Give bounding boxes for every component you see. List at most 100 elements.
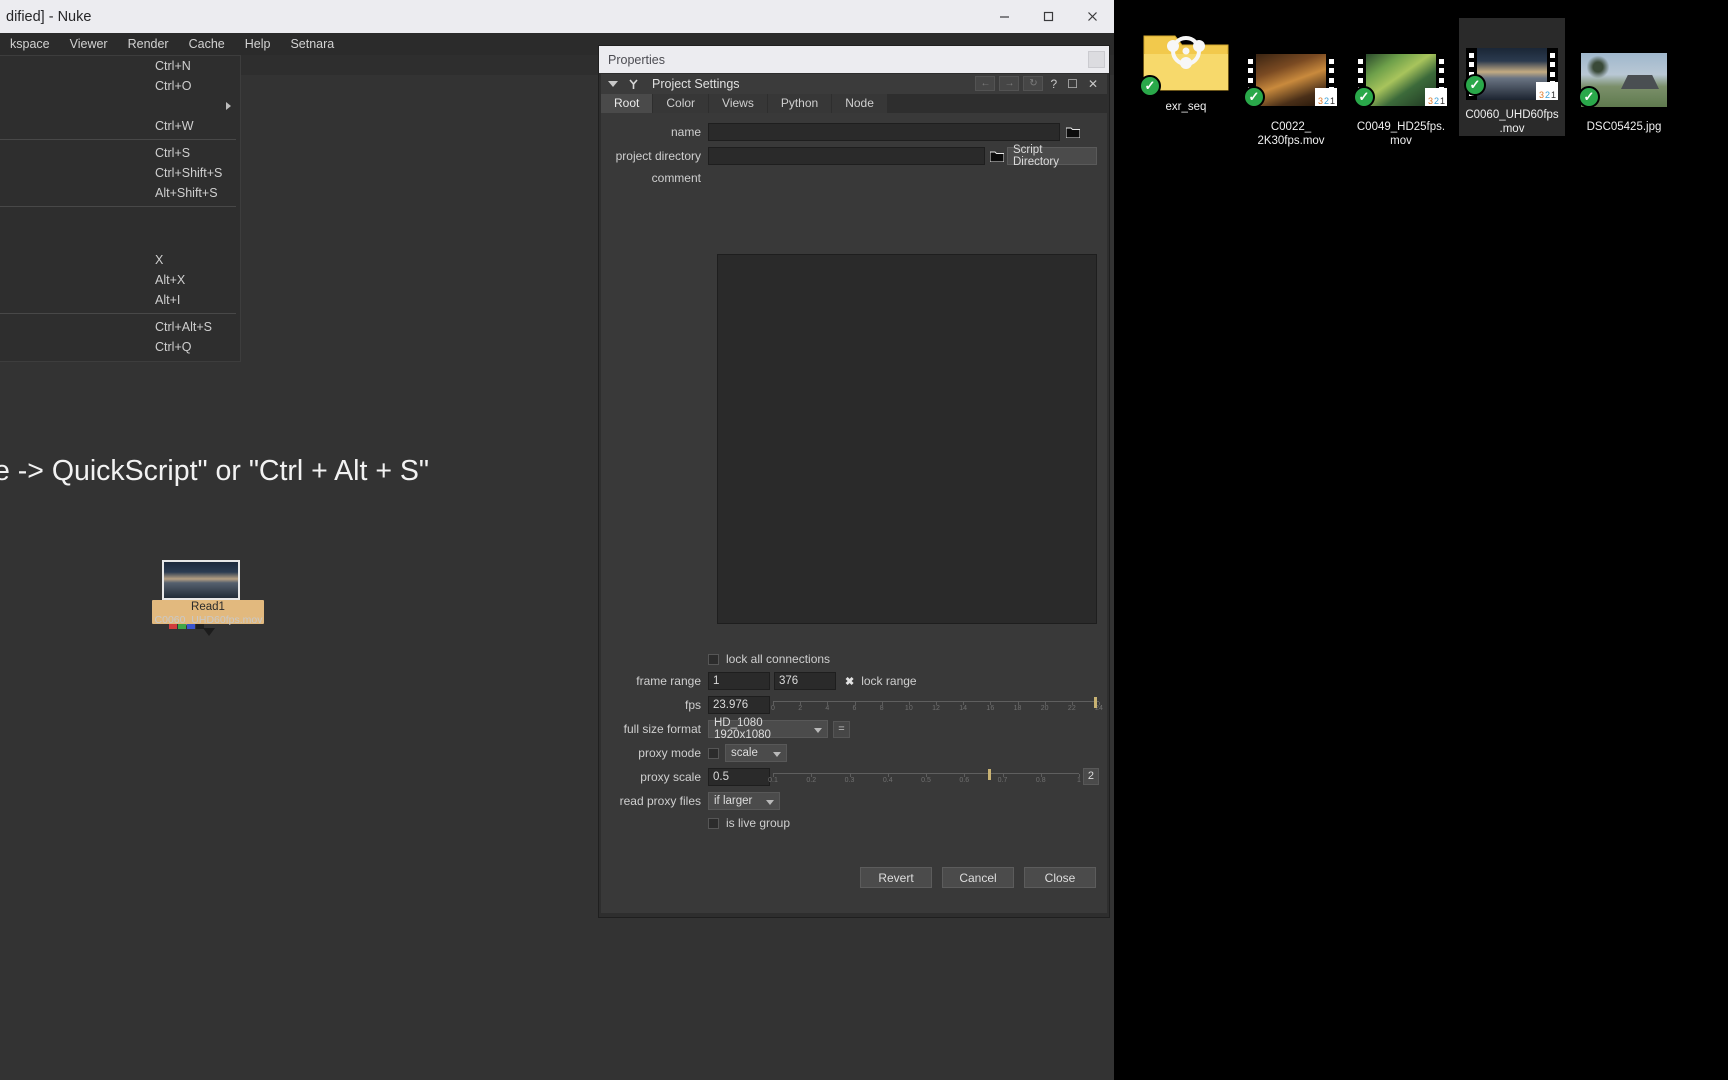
file-tile-dsc05425[interactable]: ✓ DSC05425.jpg xyxy=(1571,42,1677,135)
menubar-item-help[interactable]: Help xyxy=(235,33,281,55)
lock-all-connections-label: lock all connections xyxy=(726,652,831,666)
row-comment: comment xyxy=(601,171,1107,185)
menu-item-shortcut: Ctrl+W xyxy=(155,119,194,133)
proxy-scale-max-label: 2 xyxy=(1082,767,1099,785)
proxy-mode-dropdown[interactable]: scale xyxy=(725,744,787,762)
close-icon[interactable] xyxy=(1070,0,1114,33)
name-input[interactable] xyxy=(708,123,1060,141)
read-node-channel-chips xyxy=(169,624,204,629)
svg-text:2: 2 xyxy=(1324,96,1329,106)
is-live-group-checkbox[interactable] xyxy=(708,817,719,829)
sync-check-badge-icon: ✓ xyxy=(1578,86,1600,108)
menu-item-save-comp[interactable]: Ctrl+S xyxy=(0,143,240,163)
row-is-live-group: is live group xyxy=(601,816,1107,830)
file-tile-c0022[interactable]: 3 2 1 ✓ C0022_ 2K30fps.mov xyxy=(1238,42,1344,148)
revert-icon[interactable]: ↻ xyxy=(1023,76,1044,91)
menubar-item-setnara[interactable]: Setnara xyxy=(280,33,344,55)
file-explorer-panel: ✓ exr_seq 3 2 1 ✓ C0022_ 2K30fps.mov 3 2… xyxy=(1114,0,1728,1080)
sync-check-badge-icon: ✓ xyxy=(1353,86,1375,108)
menu-item-new-comp[interactable]: ... Ctrl+N xyxy=(0,56,240,76)
undo-icon[interactable]: ← xyxy=(975,76,996,91)
tab-python[interactable]: Python xyxy=(767,94,832,113)
menu-item-export-nodes[interactable]: p Nodes... xyxy=(0,230,240,250)
menu-item-clear-history[interactable]: . Alt+X xyxy=(0,270,240,290)
file-browse-icon[interactable] xyxy=(989,149,1004,163)
file-tile-exr-seq[interactable]: ✓ exr_seq xyxy=(1133,22,1239,115)
proxy-scale-slider[interactable]: 0.1 0.2 0.3 0.4 0.5 0.6 0.7 0.8 1 2 xyxy=(768,767,1099,786)
properties-window: Properties Project Settings ← → ↻ ? ☐ ✕ … xyxy=(598,45,1110,918)
proxy-scale-input[interactable]: 0.5 xyxy=(708,768,770,786)
menubar-item-workspace[interactable]: kspace xyxy=(0,33,60,55)
close-icon[interactable]: ✕ xyxy=(1085,77,1101,91)
row-read-proxy-files: read proxy files if larger xyxy=(601,792,1107,810)
menubar-item-render[interactable]: Render xyxy=(118,33,179,55)
menu-item-save-comp-as[interactable]: As... Ctrl+Shift+S xyxy=(0,163,240,183)
svg-text:1: 1 xyxy=(1440,96,1445,106)
full-size-format-dropdown[interactable]: HD_1080 1920x1080 xyxy=(708,717,828,741)
read-node-filename: C0060_UHD60fps.mov xyxy=(154,614,263,626)
fps-input[interactable]: 23.976 xyxy=(708,696,770,714)
file-browse-icon[interactable] xyxy=(1065,125,1080,139)
properties-footer-buttons: Revert Cancel Close xyxy=(860,867,1096,888)
file-tile-c0060[interactable]: 3 2 1 ✓ C0060_UHD60fps .mov xyxy=(1459,18,1565,136)
properties-footer: Revert Cancel Close xyxy=(601,853,1107,913)
close-button[interactable]: Close xyxy=(1024,867,1096,888)
file-menu-dropdown: ... Ctrl+N .... Ctrl+O t Comp p Ctrl+W C… xyxy=(0,55,241,362)
project-directory-input[interactable] xyxy=(708,147,985,165)
menu-item-save-new-comp-version[interactable]: Comp Version Alt+Shift+S xyxy=(0,183,240,203)
submenu-arrow-icon xyxy=(226,102,231,110)
row-name: name xyxy=(601,123,1107,141)
tab-color[interactable]: Color xyxy=(653,94,709,113)
menu-item-recent-comp[interactable]: t Comp xyxy=(0,96,240,116)
full-size-format-label: full size format xyxy=(623,722,701,736)
menu-item-quit[interactable]: Ctrl+Q xyxy=(0,337,240,357)
menu-item-shortcut: Ctrl+S xyxy=(155,146,191,160)
menubar-item-cache[interactable]: Cache xyxy=(179,33,235,55)
node-panel-header: Project Settings ← → ↻ ? ☐ ✕ xyxy=(601,74,1107,94)
menu-item-shortcut: Alt+X xyxy=(155,273,186,287)
proxy-mode-label: proxy mode xyxy=(638,746,701,760)
menu-separator xyxy=(0,203,240,210)
nuke-main-window: dified] - Nuke kspace Viewer Render Cach… xyxy=(0,0,1114,1080)
comment-textarea[interactable] xyxy=(717,254,1097,624)
script-directory-button[interactable]: Script Directory xyxy=(1007,144,1097,168)
file-tile-c0049[interactable]: 3 2 1 ✓ C0049_HD25fps. mov xyxy=(1348,42,1454,148)
sequence-badge-icon: 3 2 1 xyxy=(1315,88,1337,106)
read-proxy-files-label: read proxy files xyxy=(619,794,701,808)
cancel-button[interactable]: Cancel xyxy=(942,867,1014,888)
read-proxy-files-dropdown[interactable]: if larger xyxy=(708,792,780,810)
frame-range-end-input[interactable]: 376 xyxy=(774,672,836,690)
menu-item-comp-info[interactable]: Alt+I xyxy=(0,290,240,310)
file-name: C0022_ 2K30fps.mov xyxy=(1257,121,1325,147)
movie-thumbnail: 3 2 1 ✓ xyxy=(1353,42,1449,118)
minimize-icon[interactable] xyxy=(982,0,1026,33)
lock-range-checkbox[interactable]: ✖ xyxy=(845,675,854,688)
redo-icon[interactable]: → xyxy=(999,76,1020,91)
lock-all-connections-checkbox[interactable] xyxy=(708,653,719,665)
menubar-item-viewer[interactable]: Viewer xyxy=(60,33,118,55)
format-equals-button[interactable]: = xyxy=(833,720,850,738)
float-icon[interactable]: ☐ xyxy=(1064,77,1081,91)
lock-range-label: lock range xyxy=(861,674,917,688)
node-read1[interactable]: Read1 C0060_UHD60fps.mov xyxy=(152,560,264,636)
window-title: dified] - Nuke xyxy=(6,8,92,25)
collapse-caret-icon[interactable] xyxy=(608,81,618,87)
properties-window-menu-button[interactable] xyxy=(1088,51,1105,68)
menu-item-quickscript[interactable]: Ctrl+Alt+S xyxy=(0,317,240,337)
proxy-mode-checkbox[interactable] xyxy=(708,747,719,759)
menu-item-script-command[interactable]: t Command... X xyxy=(0,250,240,270)
menu-item-open-comp[interactable]: .... Ctrl+O xyxy=(0,76,240,96)
comment-label: comment xyxy=(651,171,701,185)
tab-root[interactable]: Root xyxy=(601,94,653,113)
tab-node[interactable]: Node xyxy=(832,94,887,113)
revert-button[interactable]: Revert xyxy=(860,867,932,888)
menu-item-import-nodes[interactable]: o Nodes... xyxy=(0,210,240,230)
sync-check-badge-icon: ✓ xyxy=(1464,74,1486,96)
menu-item-close-comp[interactable]: p Ctrl+W xyxy=(0,116,240,136)
maximize-icon[interactable] xyxy=(1026,0,1070,33)
help-icon[interactable]: ? xyxy=(1047,77,1060,91)
tab-views[interactable]: Views xyxy=(709,94,767,113)
fps-slider[interactable]: 0 2 4 6 8 10 12 14 16 18 20 22 24 xyxy=(771,696,1103,714)
frame-range-start-input[interactable]: 1 xyxy=(708,672,770,690)
svg-text:1: 1 xyxy=(1330,96,1335,106)
